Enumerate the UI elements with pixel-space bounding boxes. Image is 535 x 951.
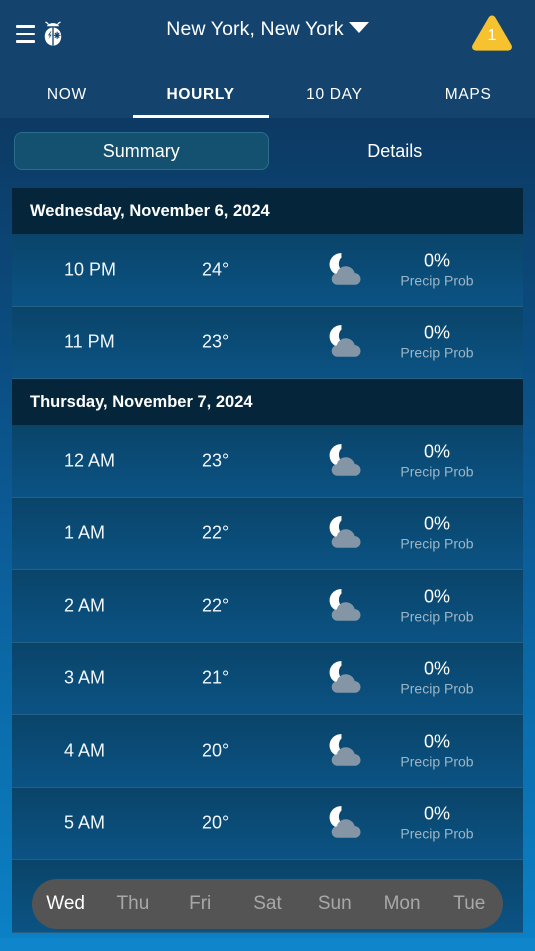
moon-cloud-icon [319,586,373,626]
moon-cloud-icon [319,731,373,771]
hourly-forecast-row[interactable]: 12 AM 23° 0% Precip Prob [12,425,523,498]
forecast-day-group: Thursday, November 7, 2024 12 AM 23° 0% Prec… [12,379,523,933]
weather-alert-badge[interactable]: 1 [469,12,515,54]
forecast-date-header: Wednesday, November 6, 2024 [12,188,523,234]
day-selector-thu[interactable]: Thu [99,893,166,915]
hour-time: 3 AM [64,667,106,688]
moon-cloud-icon [319,250,373,290]
precip-value: 0% [423,658,450,679]
tab-10-day[interactable]: 10 DAY [268,86,402,118]
hour-time: 2 AM [64,595,106,616]
hour-time: 11 PM [64,331,115,352]
precip-probability: 0%Precip Prob [367,514,507,553]
day-selector-bar[interactable]: Wed Thu Fri Sat Sun Mon Tue [32,879,503,929]
summary-details-toggle: Summary Details [14,132,521,170]
precip-label: Precip Prob [400,535,474,552]
day-selector-label: Fri [189,893,212,914]
day-selector-sat[interactable]: Sat [234,893,301,915]
precip-probability: 0%Precip Prob [367,804,507,843]
precip-label: Precip Prob [400,344,474,361]
weather-app-screen: New York, New York 1 NOW HOURLY 10 DAY MAPS… [0,0,535,951]
hour-time: 1 AM [64,522,106,543]
tab-label: HOURLY [166,86,235,103]
precip-value: 0% [423,513,450,534]
precip-label: Precip Prob [400,608,474,625]
toggle-summary[interactable]: Summary [14,132,269,170]
precip-label: Precip Prob [400,753,474,770]
day-selector-tue[interactable]: Tue [436,893,503,915]
moon-cloud-icon [319,513,373,553]
precip-label: Precip Prob [400,463,474,480]
day-selector-wed[interactable]: Wed [32,893,99,915]
precip-probability: 0%Precip Prob [367,731,507,770]
moon-cloud-icon [319,322,373,362]
day-selector-label: Tue [453,893,486,914]
hourly-forecast-row[interactable]: 10 PM 24° 0% Precip Prob [12,234,523,307]
hourly-forecast-row[interactable]: 3 AM 21° 0% Precip Prob [12,642,523,715]
day-selector-sun[interactable]: Sun [301,893,368,915]
hour-temperature: 21° [202,667,230,688]
tab-now[interactable]: NOW [0,86,134,118]
precip-value: 0% [423,803,450,824]
alert-count: 1 [487,27,497,44]
forecast-date-header: Thursday, November 7, 2024 [12,379,523,425]
precip-value: 0% [423,322,450,343]
hour-temperature: 22° [202,522,230,543]
hourly-forecast-row[interactable]: 11 PM 23° 0% Precip Prob [12,306,523,379]
hour-temperature: 24° [202,259,230,280]
day-selector-label: Sat [253,893,282,914]
toggle-details[interactable]: Details [269,132,522,170]
precip-probability: 0%Precip Prob [367,659,507,698]
moon-cloud-icon [319,441,373,481]
day-selector-label: Sun [317,893,352,914]
hour-temperature: 20° [202,812,230,833]
hour-time: 10 PM [64,259,117,280]
day-selector-mon[interactable]: Mon [368,893,435,915]
precip-label: Precip Prob [400,680,474,697]
hour-time: 4 AM [64,740,106,761]
hour-time: 12 AM [64,450,116,471]
day-selector-label: Thu [116,893,150,914]
precip-probability: 0%Precip Prob [367,323,507,362]
toggle-label: Summary [102,140,180,161]
hourly-forecast-row[interactable]: 2 AM 22° 0% Precip Prob [12,570,523,643]
precip-probability: 0%Precip Prob [367,441,507,480]
day-selector-label: Wed [46,893,85,914]
hourly-forecast-row[interactable]: 5 AM 20° 0% Precip Prob [12,787,523,860]
hour-temperature: 22° [202,595,230,616]
tab-hourly[interactable]: HOURLY [134,86,268,118]
precip-value: 0% [423,441,450,462]
day-selector-label: Mon [383,893,421,914]
precip-label: Precip Prob [400,272,474,289]
location-name: New York, New York [166,18,344,40]
precip-probability: 0%Precip Prob [367,250,507,289]
precip-probability: 0%Precip Prob [367,586,507,625]
precip-value: 0% [423,731,450,752]
view-toggle-container: Summary Details [0,118,535,182]
hour-temperature: 23° [202,450,230,471]
hourly-forecast-row[interactable]: 4 AM 20° 0% Precip Prob [12,715,523,788]
moon-cloud-icon [319,658,373,698]
forecast-day-group: Wednesday, November 6, 2024 10 PM 24° 0% Pre… [12,188,523,379]
hourly-forecast-list[interactable]: Wednesday, November 6, 2024 10 PM 24° 0% Pre… [12,188,523,938]
main-tabs: NOW HOURLY 10 DAY MAPS [0,68,535,118]
hour-time: 5 AM [64,812,106,833]
tab-maps[interactable]: MAPS [401,86,535,118]
precip-value: 0% [423,250,450,271]
bottom-accent-bar [0,938,535,951]
tab-label: NOW [46,86,87,103]
hourly-forecast-row[interactable]: 1 AM 22° 0% Precip Prob [12,497,523,570]
tab-label: 10 DAY [306,86,363,103]
toggle-label: Details [367,140,423,161]
tab-label: MAPS [444,86,492,103]
app-header: New York, New York 1 [0,0,535,68]
precip-value: 0% [423,586,450,607]
hour-temperature: 23° [202,331,230,352]
chevron-down-icon [348,22,369,33]
moon-cloud-icon [319,803,373,843]
hour-temperature: 20° [202,740,230,761]
day-selector-fri[interactable]: Fri [167,893,234,915]
location-selector[interactable]: New York, New York [0,18,535,41]
precip-label: Precip Prob [400,825,474,842]
